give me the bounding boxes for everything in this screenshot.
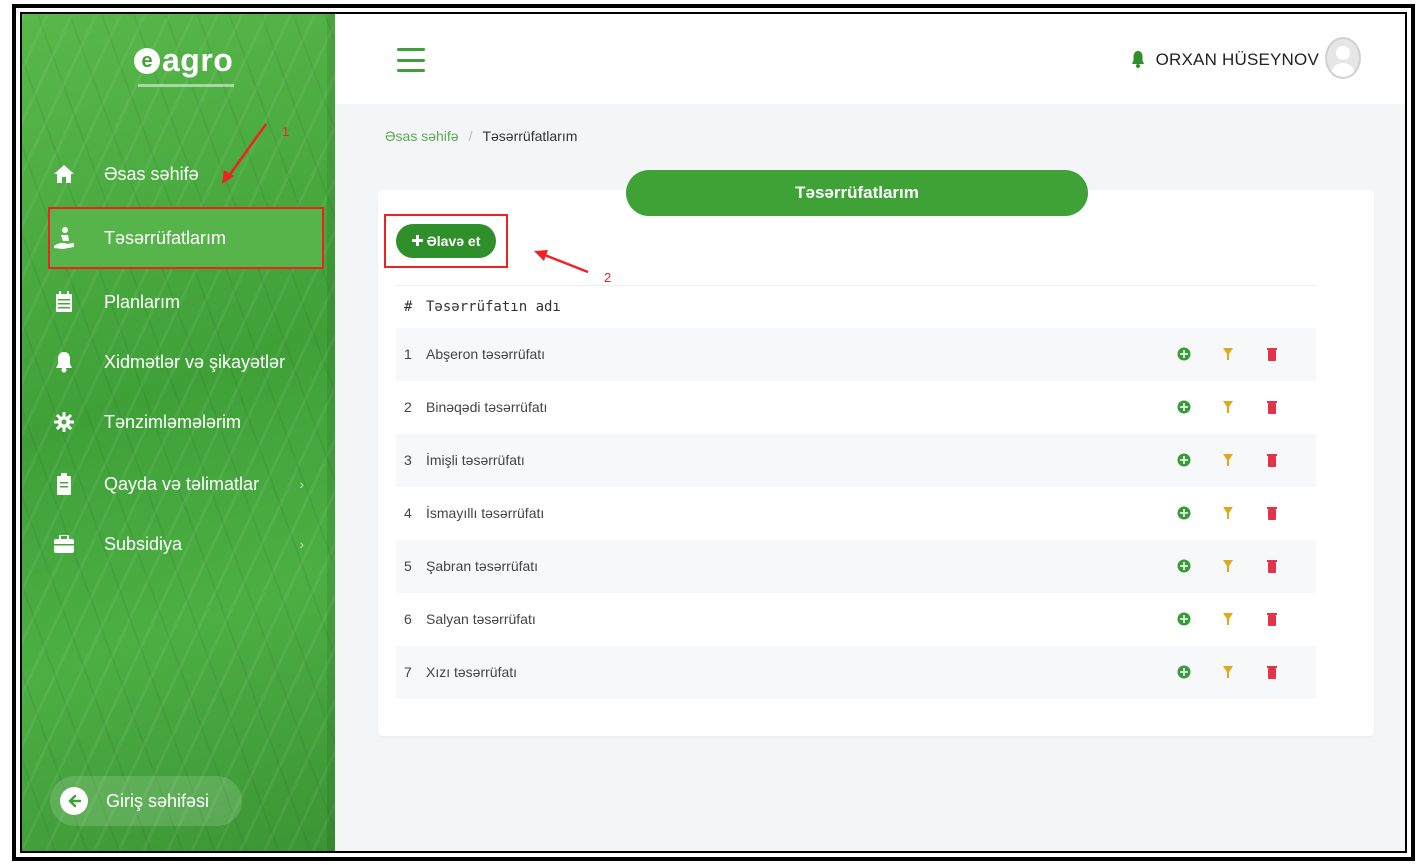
column-header-actions [1176,286,1316,328]
view-icon[interactable] [1176,399,1192,415]
delete-icon[interactable] [1264,611,1280,627]
clipboard-icon [50,473,78,495]
sidebar-item-label: Xidmətlər və şikayətlər [104,351,286,372]
user-name[interactable]: ORXAN HÜSEYNOV [1156,50,1319,70]
edit-icon[interactable] [1220,505,1236,521]
chevron-right-icon: › [299,476,304,492]
breadcrumb-current: Təsərrüfatlarım [482,128,578,144]
calendar-icon [50,291,78,313]
annotation-arrow-2 [534,250,589,274]
add-farm-label: Əlavə et [426,233,481,249]
farm-name: Salyan təsərrüfatı [426,611,536,627]
farm-name: Xızı təsərrüfatı [426,664,518,680]
row-number: 2 [404,399,412,415]
sidebar-item-label: Subsidiya [104,533,183,554]
view-icon[interactable] [1176,346,1192,362]
farm-name: İmişli təsərrüfatı [426,452,525,468]
sidebar-item-plans[interactable]: Planlarım [50,272,330,332]
sidebar-item-settings[interactable]: Tənzimləmələrim [50,392,330,452]
view-icon[interactable] [1176,452,1192,468]
sidebar-item-label: Qayda və təlimatlar [104,473,260,494]
briefcase-icon [50,535,78,553]
table-row: 7 Xızı təsərrüfatı [396,645,1316,699]
sidebar-item-farms[interactable]: Təsərrüfatlarım [48,207,324,269]
table-row: 1 Abşeron təsərrüfatı [396,327,1316,381]
arrow-left-icon [60,787,88,815]
edit-icon[interactable] [1220,399,1236,415]
menu-toggle-icon[interactable] [397,48,425,72]
view-icon[interactable] [1176,664,1192,680]
table-header-row: # Təsərrüfatın adı [396,285,1316,328]
top-bar: ORXAN HÜSEYNOV [335,14,1405,104]
edit-icon[interactable] [1220,452,1236,468]
delete-icon[interactable] [1264,452,1280,468]
farmer-icon [50,226,78,250]
row-number: 6 [404,611,412,627]
chevron-right-icon: › [299,536,304,552]
logo-text: agro [162,42,234,78]
row-number: 7 [404,664,412,680]
table-row: 6 Salyan təsərrüfatı [396,593,1316,646]
delete-icon[interactable] [1264,399,1280,415]
sidebar-item-label: Təsərrüfatlarım [104,227,227,248]
annotation-label-1: 1 [282,124,290,139]
delete-icon[interactable] [1264,505,1280,521]
login-page-label: Giriş səhifəsi [106,790,210,811]
delete-icon[interactable] [1264,664,1280,680]
annotation-arrow-1 [222,123,268,184]
sidebar-item-label: Tənzimləmələrim [104,411,242,432]
home-icon [50,164,78,184]
avatar[interactable] [1325,37,1361,79]
view-icon[interactable] [1176,505,1192,521]
row-number: 1 [404,346,412,362]
logo-mark: e [134,47,160,74]
column-header-number: # [404,298,413,315]
sidebar-item-subsidy[interactable]: Subsidiya › [50,514,330,574]
column-header-farm-name[interactable]: Təsərrüfatın adı [426,286,1176,328]
delete-icon[interactable] [1264,558,1280,574]
login-page-button[interactable]: Giriş səhifəsi [50,776,242,826]
sidebar-item-home[interactable]: Əsas səhifə [50,144,330,204]
app-logo[interactable]: e agro [134,42,233,79]
table-row: 3 İmişli təsərrüfatı [396,433,1316,487]
edit-icon[interactable] [1220,346,1236,362]
logo-tagline-bar [138,84,234,87]
row-number: 5 [404,558,412,574]
plus-icon [411,233,423,249]
gear-icon [50,412,78,432]
edit-icon[interactable] [1220,611,1236,627]
row-number: 4 [404,505,412,521]
farm-name: Binəqədi təsərrüfatı [426,399,548,415]
sidebar-item-label: Əsas səhifə [104,163,199,184]
farm-name: Abşeron təsərrüfatı [426,346,546,362]
sidebar: e agro Əsas səhifə Təsərrüfatlarım Planl… [22,14,335,851]
farms-table: # Təsərrüfatın adı 1 Abşeron təsərrüfatı… [396,285,1316,699]
view-icon[interactable] [1176,558,1192,574]
table-row: 2 Binəqədi təsərrüfatı [396,381,1316,434]
farm-name: Şabran təsərrüfatı [426,558,539,574]
table-row: 5 Şabran təsərrüfatı [396,539,1316,593]
notification-bell-icon[interactable] [1131,50,1145,73]
bell-icon [50,351,78,373]
table-row: 4 İsmayıllı təsərrüfatı [396,487,1316,540]
breadcrumb: Əsas səhifə / Təsərrüfatlarım [385,128,577,144]
annotation-label-2: 2 [604,270,612,285]
add-farm-button[interactable]: Əlavə et [396,224,496,258]
delete-icon[interactable] [1264,346,1280,362]
farm-name: İsmayıllı təsərrüfatı [426,505,545,521]
sidebar-item-rules[interactable]: Qayda və təlimatlar › [50,454,330,514]
edit-icon[interactable] [1220,558,1236,574]
breadcrumb-home-link[interactable]: Əsas səhifə [385,128,459,144]
edit-icon[interactable] [1220,664,1236,680]
row-number: 3 [404,452,412,468]
sidebar-item-label: Planlarım [104,291,181,312]
view-icon[interactable] [1176,611,1192,627]
breadcrumb-separator: / [468,128,473,144]
page-title: Təsərrüfatlarım [626,170,1088,216]
sidebar-item-services[interactable]: Xidmətlər və şikayətlər [50,332,330,392]
